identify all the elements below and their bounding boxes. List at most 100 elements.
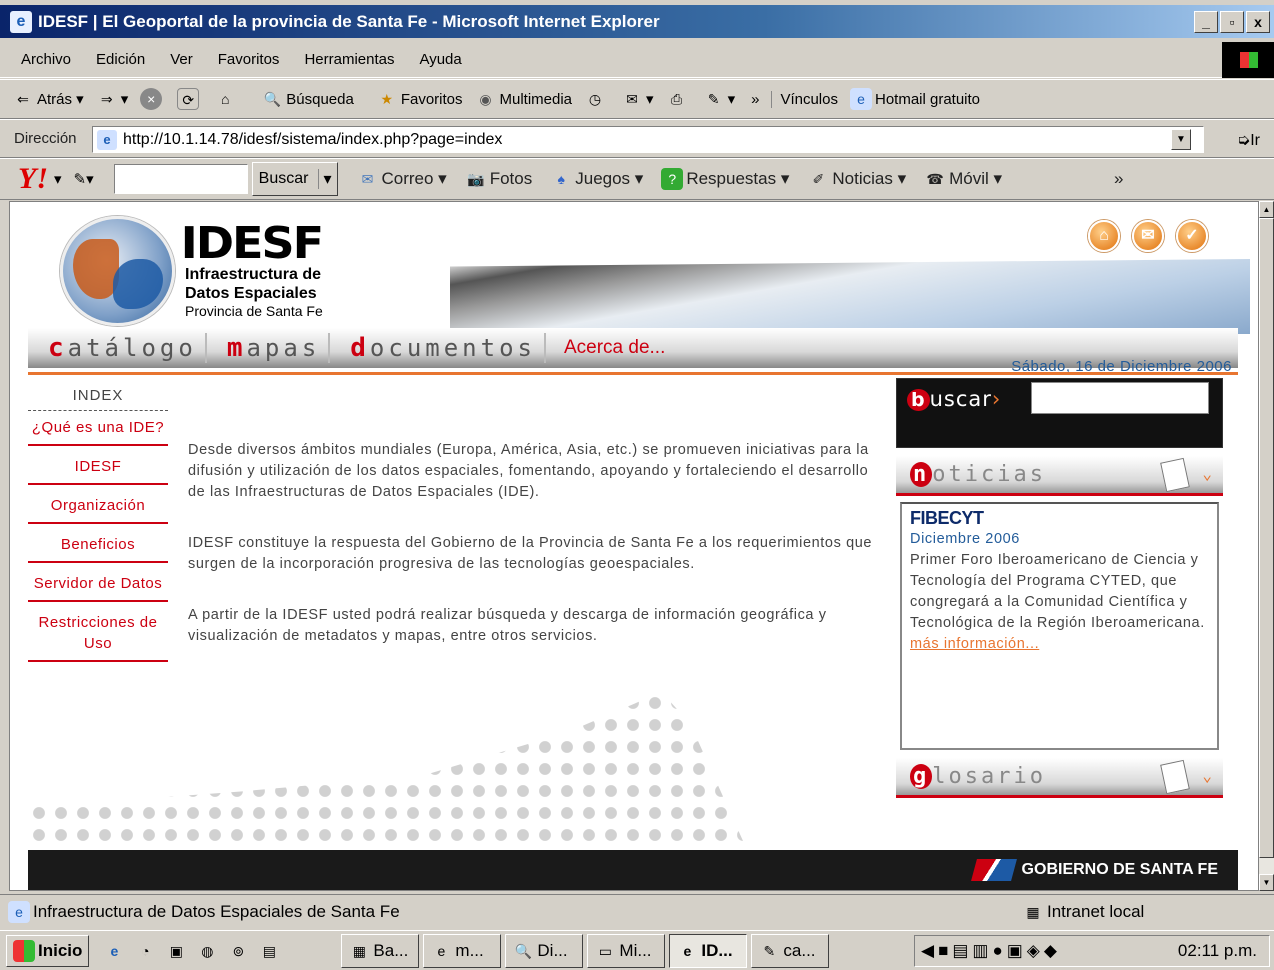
print-button[interactable]: ⎙ — [666, 88, 691, 110]
menu-restricciones[interactable]: Restricciones de Uso — [28, 606, 168, 662]
forward-button[interactable]: ⇒ ▾ — [96, 88, 128, 110]
multimedia-button[interactable]: ◉ Multimedia — [475, 88, 572, 110]
search-button[interactable]: 🔍 Búsqueda — [261, 88, 354, 110]
tray-icons[interactable]: ◀■▤▥●▣◈◆ — [921, 941, 1061, 961]
brand-title: IDESF — [180, 218, 325, 269]
go-button[interactable]: ➭Ir — [1237, 130, 1260, 150]
menu-beneficios[interactable]: Beneficios — [28, 528, 168, 563]
yahoo-correo[interactable]: ✉ Correo ▾ — [356, 168, 447, 190]
home-icon[interactable]: ⌂ — [1088, 220, 1120, 252]
window-title: IDESF | El Geoportal de la provincia de … — [38, 11, 660, 31]
menu-archivo[interactable]: Archivo — [21, 51, 71, 68]
edit-button[interactable]: ✎ ▾ — [703, 88, 735, 110]
launch-icon[interactable]: ▣ — [165, 940, 187, 962]
vertical-scrollbar[interactable]: ▲ ▼ — [1259, 201, 1274, 891]
yahoo-chevron[interactable]: » — [1114, 169, 1123, 189]
yahoo-noticias[interactable]: ✐ Noticias ▾ — [807, 168, 907, 190]
task-button[interactable]: 🔍 Di... — [505, 933, 584, 968]
paragraph: Desde diversos ámbitos mundiales (Europa… — [188, 442, 869, 500]
header-banner — [450, 259, 1250, 334]
forward-arrow-icon: ⇒ — [100, 91, 113, 107]
side-menu: INDEX ¿Qué es una IDE? IDESF Organizació… — [28, 382, 168, 666]
yahoo-logo[interactable]: Y! — [18, 162, 48, 196]
address-input[interactable]: e http://10.1.14.78/idesf/sistema/index.… — [92, 126, 1204, 153]
chevron-down-icon[interactable]: ⌄ — [1202, 766, 1215, 785]
pencil-icon[interactable]: ✎▾ — [74, 170, 94, 188]
task-button[interactable]: ✎ ca... — [751, 933, 830, 968]
favorites-button[interactable]: ★ Favoritos — [376, 88, 463, 110]
nav-acerca[interactable]: Acerca de... — [564, 337, 665, 359]
launch-icon[interactable]: ▤ — [258, 940, 280, 962]
yahoo-movil[interactable]: ☎ Móvil ▾ — [924, 168, 1002, 190]
toolbar-chevron[interactable]: » — [751, 91, 759, 108]
mail-icon: ✉ — [626, 91, 638, 107]
news-more-link[interactable]: más información... — [910, 634, 1209, 655]
scroll-thumb[interactable] — [1259, 218, 1274, 858]
maximize-button[interactable]: ▫ — [1220, 11, 1244, 33]
task-button[interactable]: ▦ Ba... — [341, 933, 420, 968]
hotmail-link[interactable]: e Hotmail gratuito — [849, 88, 980, 110]
taskbar: Inicio e ◔ ▣ ◍ ⊚ ▤ ▦ Ba... e m... 🔍 Di... ▭… — [0, 930, 1274, 970]
app-icon: ▭ — [598, 942, 613, 959]
history-icon: ◷ — [588, 91, 602, 107]
ie-icon: e — [437, 942, 446, 959]
address-url[interactable]: http://10.1.14.78/idesf/sistema/index.ph… — [123, 131, 502, 149]
page-icon: e — [8, 900, 30, 923]
paragraph: IDESF constituye la respuesta del Gobier… — [188, 535, 873, 572]
close-button[interactable]: x — [1246, 11, 1270, 33]
launch-icon[interactable]: ⊚ — [227, 940, 249, 962]
brand-subtitle: Infraestructura de Datos Espaciales — [185, 266, 322, 302]
dropdown-icon[interactable]: ▾ — [318, 169, 331, 189]
launch-icon[interactable]: ◔ — [134, 940, 156, 962]
links-label[interactable]: Vínculos — [771, 90, 838, 108]
start-button[interactable]: Inicio — [6, 934, 90, 967]
stop-button[interactable]: × — [140, 88, 165, 110]
address-dropdown-icon[interactable]: ▼ — [1171, 129, 1191, 150]
check-icon[interactable]: ✓ — [1176, 220, 1208, 252]
menu-que-es-ide[interactable]: ¿Qué es una IDE? — [28, 411, 168, 446]
status-text: Infraestructura de Datos Espaciales de S… — [33, 901, 400, 921]
cards-icon: ♠ — [557, 171, 565, 187]
yahoo-search-button[interactable]: Buscar ▾ — [251, 162, 339, 196]
menu-idesf[interactable]: IDESF — [28, 450, 168, 485]
site-search-input[interactable] — [1031, 382, 1209, 414]
launch-icon[interactable]: ◍ — [196, 940, 218, 962]
news-header[interactable]: n oticias ⌄ — [896, 456, 1223, 496]
ie-icon[interactable]: e — [103, 940, 125, 962]
task-button-active[interactable]: e ID... — [669, 933, 748, 968]
menu-ayuda[interactable]: Ayuda — [419, 51, 461, 68]
task-button[interactable]: ▭ Mi... — [587, 933, 666, 968]
menu-favoritos[interactable]: Favoritos — [218, 51, 280, 68]
scroll-down-icon[interactable]: ▼ — [1259, 874, 1274, 891]
yahoo-search-input[interactable] — [113, 164, 248, 194]
search-label: b uscar› — [907, 387, 1001, 411]
refresh-button[interactable]: ⟳ — [177, 88, 202, 110]
yahoo-toolbar: Y! ▾ ✎▾ Buscar ▾ ✉ Correo ▾ 📷 Fotos ♠ Juegos… — [0, 158, 1274, 200]
mail-button[interactable]: ✉ ▾ — [621, 88, 653, 110]
menu-herramientas[interactable]: Herramientas — [304, 51, 394, 68]
browser-window: e IDESF | El Geoportal de la provincia d… — [0, 0, 1274, 970]
menu-ver[interactable]: Ver — [170, 51, 193, 68]
news-icon: ✐ — [812, 171, 825, 187]
yahoo-fotos[interactable]: 📷 Fotos — [465, 168, 532, 190]
back-button[interactable]: ⇐ Atrás ▾ — [12, 88, 84, 110]
task-button[interactable]: e m... — [423, 933, 502, 968]
history-button[interactable]: ◷ — [584, 88, 609, 110]
nav-mapas[interactable]: mapas — [227, 333, 331, 363]
nav-documentos[interactable]: documentos — [350, 333, 546, 363]
home-button[interactable]: ⌂ — [214, 88, 239, 110]
scroll-up-icon[interactable]: ▲ — [1259, 201, 1274, 218]
yahoo-respuestas[interactable]: ? Respuestas ▾ — [661, 168, 789, 190]
search-icon: 🔍 — [263, 91, 281, 107]
status-bar: e Infraestructura de Datos Espaciales de… — [0, 894, 1274, 928]
minimize-button[interactable]: _ — [1194, 11, 1218, 33]
glossary-header[interactable]: g losario ⌄ — [896, 758, 1223, 798]
nav-catalogo[interactable]: catálogo — [48, 333, 207, 363]
yahoo-menu-arrow[interactable]: ▾ — [54, 170, 62, 188]
menu-servidor[interactable]: Servidor de Datos — [28, 567, 168, 602]
menu-organizacion[interactable]: Organización — [28, 489, 168, 524]
menu-edicion[interactable]: Edición — [96, 51, 145, 68]
mail-icon[interactable]: ✉ — [1132, 220, 1164, 252]
chevron-down-icon[interactable]: ⌄ — [1202, 464, 1215, 483]
yahoo-juegos[interactable]: ♠ Juegos ▾ — [550, 168, 644, 190]
